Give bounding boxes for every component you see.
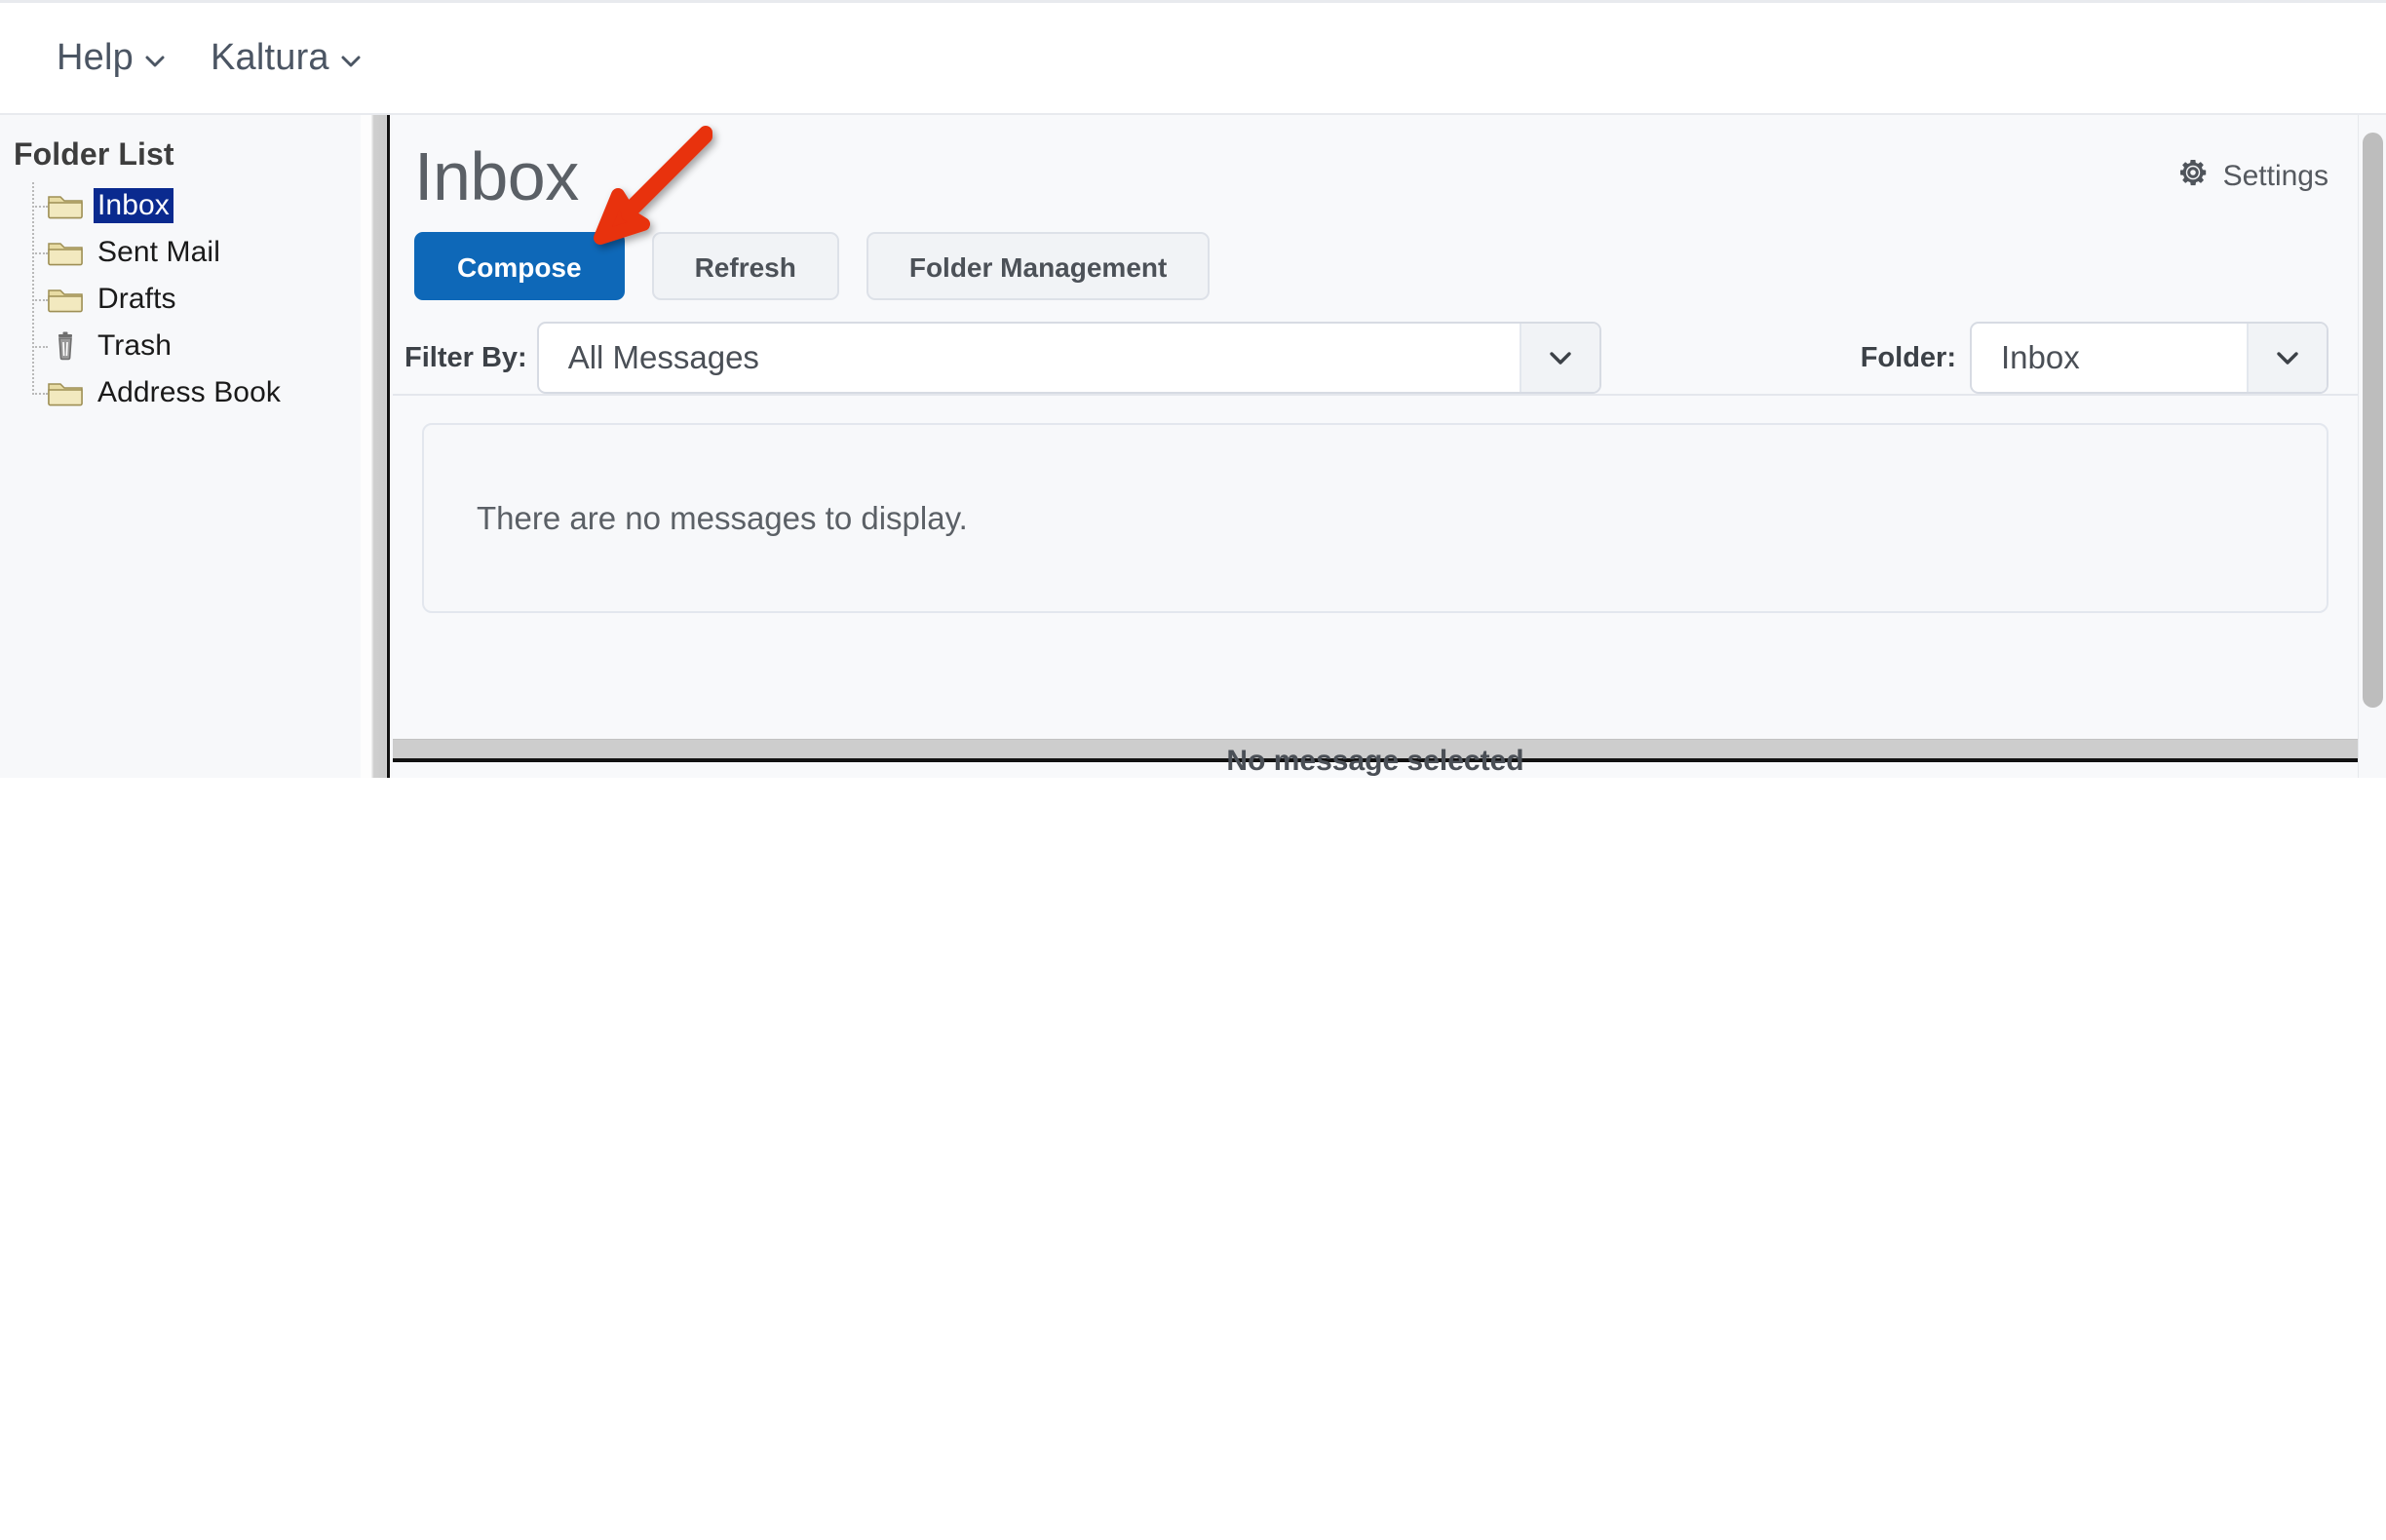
page-title: Inbox: [414, 138, 579, 214]
message-list-empty-text: There are no messages to display.: [477, 499, 968, 536]
settings-button[interactable]: Settings: [2176, 156, 2328, 197]
nav-item-kaltura-label: Kaltura: [210, 37, 329, 78]
sidebar-item-trash-label: Trash: [97, 329, 173, 362]
tree-connector-stub: [32, 299, 48, 301]
folder-icon: [47, 377, 84, 408]
filter-by-label: Filter By:: [404, 341, 527, 373]
folder-list-sidebar: Folder List Inbox Sent Mail Drafts Trash…: [0, 115, 361, 778]
folder-tree: Inbox Sent Mail Drafts Trash Address Boo…: [0, 182, 361, 416]
sidebar-item-trash[interactable]: Trash: [29, 323, 361, 369]
chevron-down-icon: [2247, 324, 2327, 392]
filter-by-select[interactable]: All Messages: [536, 322, 1601, 394]
message-list-empty-state: There are no messages to display.: [422, 423, 2328, 613]
sidebar-item-address-book-label: Address Book: [97, 376, 281, 408]
gear-icon: [2176, 156, 2210, 197]
pane-splitter-handle[interactable]: [361, 115, 390, 778]
page-vertical-scrollbar[interactable]: [2358, 115, 2386, 778]
trash-icon: [47, 330, 84, 362]
chevron-down-icon: [1519, 324, 1599, 392]
filter-by-value: All Messages: [567, 339, 759, 375]
action-button-row: Compose Refresh Folder Management: [393, 211, 2358, 300]
main-content-pane: Settings Inbox Compose Refresh Folder Ma…: [393, 115, 2358, 778]
sidebar-item-drafts-label: Drafts: [97, 283, 176, 315]
tree-connector-stub: [32, 252, 48, 254]
workspace: Folder List Inbox Sent Mail Drafts Trash…: [0, 115, 2386, 778]
folder-select[interactable]: Inbox: [1970, 322, 2328, 394]
nav-item-help[interactable]: Help: [57, 37, 166, 79]
sidebar-item-inbox-label: Inbox: [94, 188, 173, 223]
folder-icon: [47, 284, 84, 315]
folder-management-button[interactable]: Folder Management: [866, 232, 1211, 300]
top-navigation-bar: Help Kaltura: [0, 0, 2386, 115]
folder-list-title: Folder List: [14, 136, 174, 172]
refresh-button[interactable]: Refresh: [651, 232, 839, 300]
chevron-down-icon: [144, 51, 166, 72]
page-vertical-scrollbar-thumb[interactable]: [2363, 133, 2383, 708]
sidebar-item-drafts[interactable]: Drafts: [29, 276, 361, 323]
nav-item-help-label: Help: [57, 37, 134, 78]
sidebar-item-inbox[interactable]: Inbox: [29, 182, 361, 229]
sidebar-item-address-book[interactable]: Address Book: [29, 369, 361, 416]
settings-label: Settings: [2222, 160, 2328, 192]
folder-icon: [47, 190, 84, 221]
folder-icon: [47, 237, 84, 268]
chevron-down-icon: [340, 51, 362, 72]
folder-value: Inbox: [2001, 339, 2080, 375]
folder-label: Folder:: [1860, 341, 1956, 373]
folder-select-group: Folder: Inbox: [1861, 322, 2328, 394]
message-list-panel: There are no messages to display.: [393, 396, 2358, 613]
tree-connector-stub: [32, 346, 48, 348]
compose-button[interactable]: Compose: [414, 232, 625, 300]
sidebar-item-sent-mail[interactable]: Sent Mail: [29, 229, 361, 276]
tree-connector-stub: [32, 393, 48, 395]
message-detail-empty-text: No message selected: [1226, 745, 1524, 777]
nav-item-kaltura[interactable]: Kaltura: [211, 37, 362, 79]
filter-toolbar: Filter By: All Messages Folder: Inbox: [393, 300, 2358, 394]
sidebar-item-sent-mail-label: Sent Mail: [97, 236, 220, 268]
tree-connector-stub: [32, 206, 48, 208]
